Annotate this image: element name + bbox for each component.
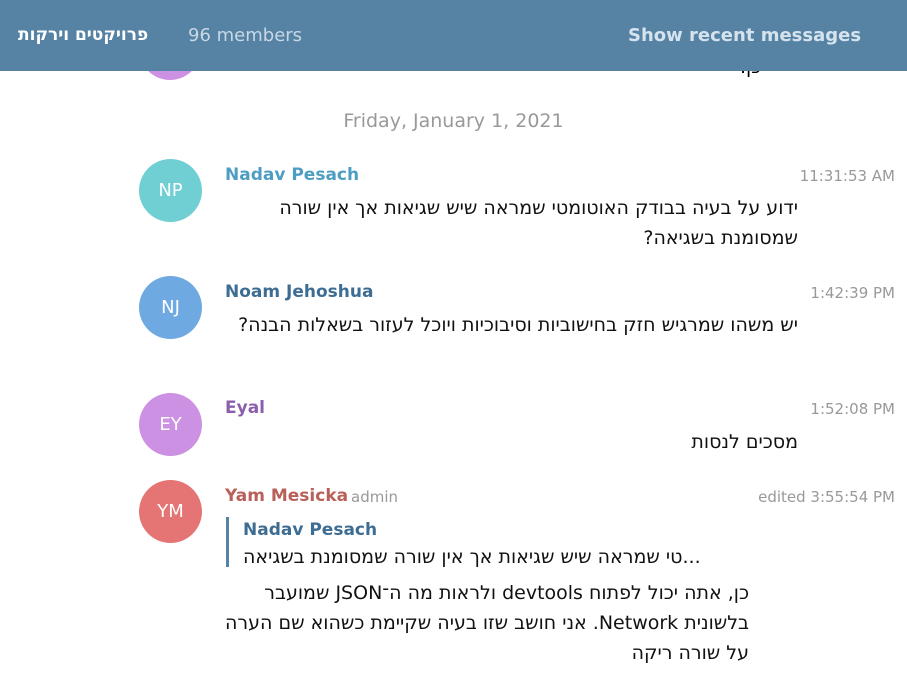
avatar[interactable]: NJ — [139, 276, 202, 339]
message-time: 1:52:08 PM — [810, 400, 895, 418]
sender-name[interactable]: Yam Mesicka — [225, 486, 348, 506]
date-separator: Friday, January 1, 2021 — [343, 110, 564, 132]
sender-name[interactable]: Nadav Pesach — [225, 165, 359, 185]
sender-name[interactable]: Noam Jehoshua — [225, 282, 373, 302]
message-text: מסכים לנסות — [691, 431, 798, 453]
reply-quote-bar — [226, 517, 229, 567]
message-time: 11:31:53 AM — [799, 167, 895, 185]
sender-name[interactable]: Eyal — [225, 398, 265, 418]
avatar[interactable]: YM — [139, 480, 202, 543]
message-text: כן, אתה יכול לפתוח devtools ולראות מה ה־… — [224, 582, 749, 664]
admin-badge: admin — [351, 488, 398, 506]
members-count[interactable]: 96 members — [188, 25, 302, 46]
chat-title[interactable]: פרויקטים וירקות — [18, 25, 148, 45]
message-time: 1:42:39 PM — [810, 284, 895, 302]
avatar[interactable]: NP — [139, 159, 202, 222]
reply-sender-name[interactable]: Nadav Pesach — [243, 520, 377, 540]
message-text: יש משהו שמרגיש חזק בחישוביות וסיבוכיות ו… — [238, 314, 798, 336]
avatar[interactable]: EY — [139, 393, 202, 456]
show-recent-messages-button[interactable]: Show recent messages — [628, 25, 861, 46]
message-time: edited 3:55:54 PM — [758, 488, 895, 506]
message-text: ידוע על בעיה בבודק האוטומטי שמראה שיש שג… — [279, 197, 798, 249]
chat-header: פרויקטים וירקות 96 members Show recent m… — [0, 0, 907, 71]
reply-quote-text[interactable]: ...טי שמראה שיש שגיאות אך אין שורה שמסומ… — [243, 546, 701, 568]
